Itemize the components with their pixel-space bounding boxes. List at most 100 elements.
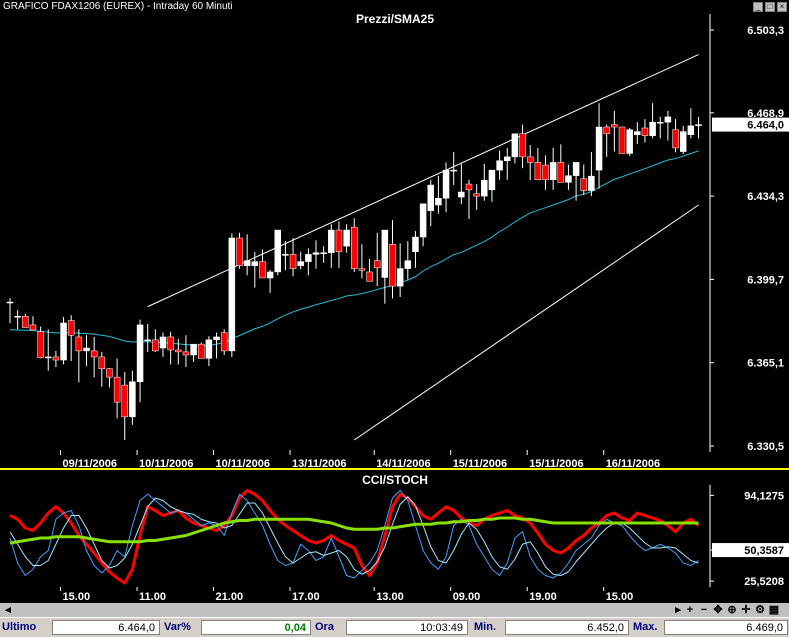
candle-body [236,237,243,266]
candle-body [175,349,182,353]
candle-body [626,129,633,154]
candle-body [534,162,542,180]
indicator-tick-label: 25,5208 [744,576,784,588]
date-tick-label: 15/11/2006 [453,458,507,470]
max-value: 6.469,0 [664,620,788,635]
pan-icon[interactable]: ✛ [740,604,752,616]
candle-body [228,237,236,352]
candle-body [243,260,251,266]
candle-body [52,356,60,361]
candle-body [672,129,679,149]
candle-body [465,183,473,191]
candle-body [198,343,205,359]
candle-body [473,193,480,197]
candle-body [182,351,190,356]
candle-body [75,336,83,352]
last-value: 6.464,0 [52,620,160,635]
candle-body [504,156,511,161]
candle-body [373,260,381,269]
grid-icon[interactable]: ▦ [768,604,780,616]
date-tick-label: 10/11/2006 [139,458,193,470]
candle-body [664,116,672,123]
candle-body [634,131,641,135]
settings-icon[interactable]: ⚙ [754,604,766,616]
candle-body [565,175,572,183]
time-tick-label: 15.00 [63,591,91,603]
date-tick-label: 16/11/2006 [606,458,660,470]
zoom-out-icon[interactable]: − [698,604,710,616]
candle-body [557,162,565,183]
candle-body [251,261,259,266]
min-label: Min. [474,621,496,633]
candle-body [67,320,75,336]
candle-body [519,133,526,158]
candle-body [572,162,580,176]
candle-body [305,254,312,262]
candle-body [113,376,121,403]
indicator-tick-label: 50,3587 [744,545,784,557]
candle-body [37,331,44,358]
stoch-d-line [9,496,699,576]
change-label: Var% [164,621,191,633]
candle-body [282,254,289,256]
price-tick-label: 6.365,1 [747,358,784,370]
price-tick-label: 6.330,5 [747,441,784,453]
candle-body [351,226,358,269]
candle-body [220,332,228,352]
candle-body [481,179,488,197]
indicator-tick-label: 94,1275 [744,490,784,502]
status-bar: Ultimo 6.464,0 Var% 0,04 Ora 10:03:49 Mi… [0,617,789,637]
date-tick-label: 09/11/2006 [63,458,117,470]
candle-body [603,126,610,135]
candle-body [45,356,52,359]
candle-body [136,324,144,382]
candle-body [496,160,503,171]
move-icon[interactable]: ✥ [712,604,724,616]
price-tick-label: 6.434,3 [747,191,784,203]
candle-body [335,229,343,252]
candle-body [343,229,350,247]
date-tick-label: 10/11/2006 [216,458,270,470]
candle-body [106,368,113,378]
date-tick-label: 14/11/2006 [376,458,430,470]
candle-body [259,261,266,279]
candle-body [396,268,404,287]
candle-body [121,384,128,418]
candle-body [588,175,595,191]
candle-body [274,229,281,273]
min-value: 6.452,0 [505,620,629,635]
max-label: Max. [633,621,658,633]
scroll-left-icon[interactable]: ◂ [2,604,14,616]
time-label: Ora [315,621,334,633]
crosshair-icon[interactable]: ⊕ [726,604,738,616]
chart-toolbar: ◂ ▸ + − ✥ ⊕ ✛ ⚙ ▦ [0,603,789,617]
last-price-label: 6.464,0 [747,120,784,132]
time-value: 10:03:49 [346,620,468,635]
candle-body [312,252,320,255]
candle-body [144,339,151,342]
stoch-k-line [9,490,699,579]
chart-area[interactable]: Prezzi/SMA25 CCI/STOCH 6.503,36.468,96.4… [0,0,789,603]
candle-body [618,126,626,154]
zoom-in-icon[interactable]: + [684,604,696,616]
time-tick-label: 15.00 [606,591,634,603]
candle-body [595,126,603,171]
candle-body [404,260,412,269]
candle-body [22,315,29,328]
time-tick-label: 21.00 [216,591,244,603]
candle-body [205,339,213,359]
candle-body [511,133,519,158]
time-tick-label: 09.00 [453,591,481,603]
candle-body [611,124,618,128]
candle-body [129,381,136,418]
candle-body [266,271,274,279]
candle-body [289,254,297,269]
candle-body [549,162,557,180]
candle-body [29,324,37,331]
candle-body [98,356,106,369]
candle-body [526,156,534,163]
candle-body [389,244,396,287]
scroll-right-icon[interactable]: ▸ [672,604,684,616]
candle-body [542,164,549,180]
price-tick-label: 6.503,3 [747,25,784,37]
